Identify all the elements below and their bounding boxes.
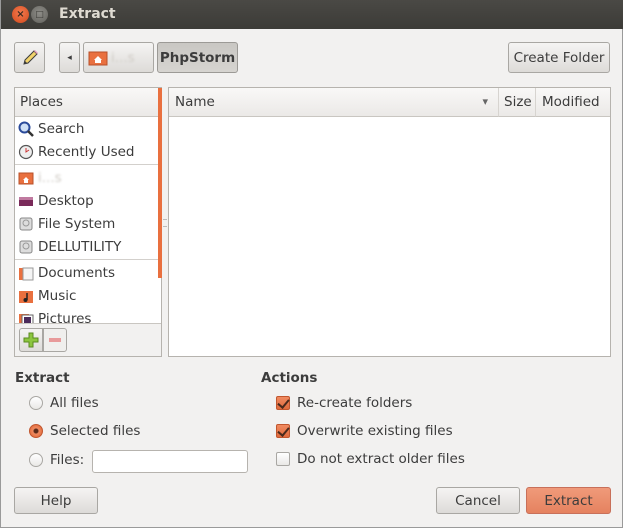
search-icon [18,121,34,137]
place-label: File System [38,215,116,232]
close-button[interactable]: × [12,6,29,23]
add-bookmark-button[interactable] [19,328,43,352]
home-folder-icon [88,51,108,65]
desktop-icon [19,196,33,206]
path-segment-home-label: i...s [111,49,135,66]
place-label: Documents [38,264,115,281]
path-segment-phpstorm[interactable]: PhpStorm [157,42,238,73]
place-label: Recently Used [38,143,135,160]
radio-button[interactable] [29,396,43,410]
place-search[interactable]: Search [15,117,161,140]
remove-bookmark-button[interactable] [43,328,67,352]
place-documents[interactable]: Documents [15,261,161,284]
places-footer [15,323,161,356]
window-title: Extract [59,6,116,22]
place-desktop[interactable]: Desktop [15,189,161,212]
pencil-icon [22,49,38,65]
places-panel: Places Search Recently Used i...s Deskto… [14,87,162,357]
back-arrow-icon: ◂ [67,52,72,63]
title-bar: × □ Extract [1,0,623,29]
drive-icon [19,240,33,253]
place-file-system[interactable]: File System [15,212,161,235]
file-list: Name ▾ Size Modified [168,87,611,357]
place-label: Music [38,287,77,304]
drive-icon [19,217,33,230]
pane-resize-handle[interactable] [163,219,167,227]
create-folder-label: Create Folder [513,49,605,66]
place-label: Desktop [38,192,94,209]
checkbox[interactable] [276,396,290,410]
checkbox-label: Overwrite existing files [297,423,453,439]
help-button[interactable]: Help [14,487,98,514]
minus-icon [49,338,61,342]
minimize-icon: □ [35,9,44,20]
checkbox[interactable] [276,424,290,438]
radio-label: Selected files [50,423,141,439]
extract-dialog: × □ Extract ◂ i...s PhpStorm Create Fold… [0,0,623,528]
radio-selected-files[interactable]: Selected files [29,423,140,439]
place-label: i...s [38,169,62,186]
place-dellutility[interactable]: DELLUTILITY [15,235,161,258]
checkbox-overwrite-existing[interactable]: Overwrite existing files [276,423,453,439]
checkbox-label: Re-create folders [297,395,413,411]
place-recently-used[interactable]: Recently Used [15,140,161,163]
close-icon: × [16,9,25,20]
home-folder-icon [18,172,34,184]
column-header-size[interactable]: Size [499,88,536,117]
extract-section-title: Extract [15,370,70,386]
minimize-button[interactable]: □ [31,6,48,23]
place-music[interactable]: Music [15,284,161,307]
radio-files-pattern[interactable]: Files: [29,452,84,468]
radio-label: All files [50,395,99,411]
checkbox-skip-older[interactable]: Do not extract older files [276,451,465,467]
path-back-button[interactable]: ◂ [59,42,80,73]
places-separator [15,259,161,260]
recent-icon [18,144,34,159]
cancel-label: Cancel [455,492,501,509]
radio-button[interactable] [29,424,43,438]
column-name-label: Name [175,94,215,110]
column-header-modified[interactable]: Modified [536,88,610,117]
actions-section-title: Actions [261,370,318,386]
extract-label: Extract [544,492,593,509]
place-label: DELLUTILITY [38,238,122,255]
radio-label: Files: [50,452,85,468]
checkbox-label: Do not extract older files [297,451,465,467]
sort-descending-icon: ▾ [482,95,488,108]
checkbox-recreate-folders[interactable]: Re-create folders [276,395,412,411]
places-header: Places [15,88,161,117]
column-header-name[interactable]: Name ▾ [169,88,499,117]
places-separator [15,164,161,165]
documents-folder-icon [19,267,34,280]
music-folder-icon [19,290,33,303]
help-label: Help [40,492,72,509]
extract-button[interactable]: Extract [526,487,611,514]
checkbox[interactable] [276,452,290,466]
place-home[interactable]: i...s [15,166,161,189]
places-scrollbar[interactable] [158,88,162,278]
plus-icon [23,332,39,348]
path-segment-home[interactable]: i...s [83,42,154,73]
radio-all-files[interactable]: All files [29,395,99,411]
edit-location-button[interactable] [14,42,45,73]
place-label: Search [38,120,85,137]
cancel-button[interactable]: Cancel [436,487,520,514]
path-segment-phpstorm-label: PhpStorm [159,49,236,66]
column-size-label: Size [504,94,532,110]
files-pattern-input[interactable] [92,450,248,473]
places-list: Search Recently Used i...s Desktop File … [15,117,161,330]
create-folder-button[interactable]: Create Folder [508,42,610,73]
radio-button[interactable] [29,453,43,467]
column-modified-label: Modified [542,94,600,110]
